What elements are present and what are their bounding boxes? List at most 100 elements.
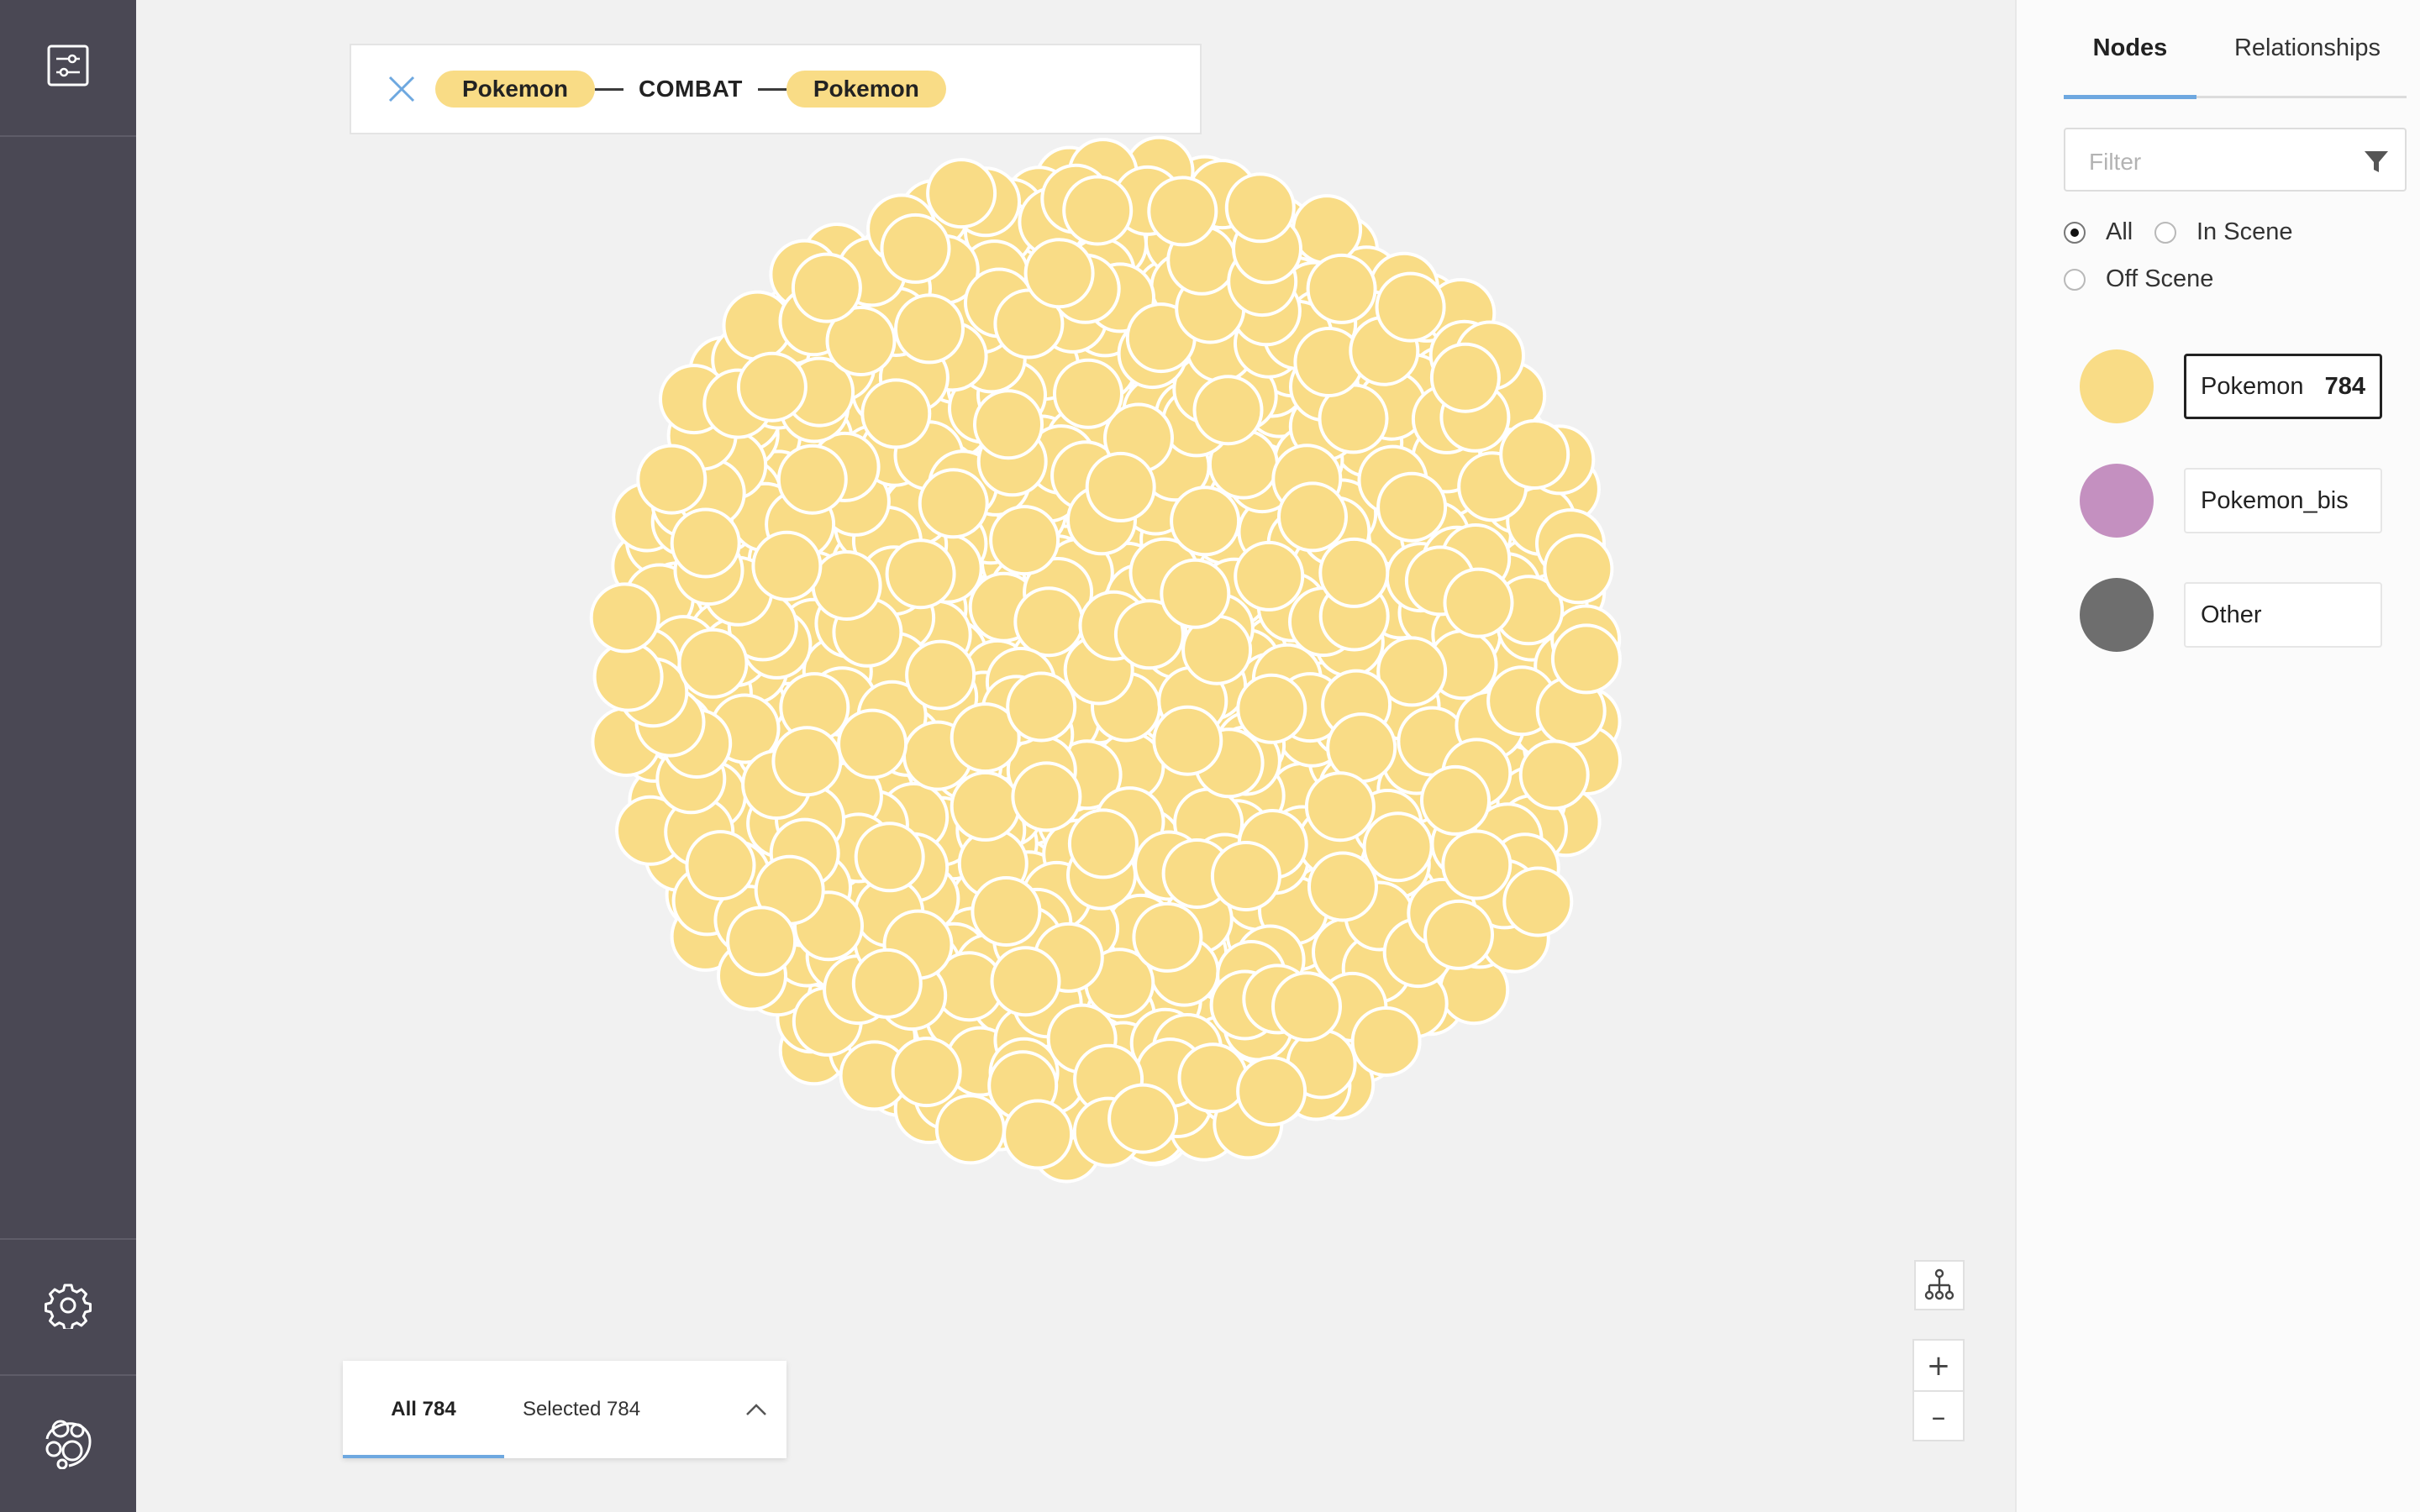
app-logo-icon[interactable] — [34, 1410, 102, 1477]
graph-node[interactable] — [1441, 829, 1512, 900]
graph-node[interactable] — [1085, 451, 1156, 522]
graph-node[interactable] — [894, 293, 965, 365]
graph-node[interactable] — [880, 213, 951, 284]
graph-node[interactable] — [926, 158, 997, 229]
graph-node[interactable] — [971, 876, 1042, 947]
graph-node[interactable] — [905, 639, 976, 711]
tab-relationships[interactable]: Relationships — [2208, 27, 2407, 69]
graph-node[interactable] — [1543, 533, 1614, 605]
all-count-tab[interactable]: All 784 — [343, 1361, 504, 1458]
legend-item-pokemon[interactable]: Pokemon 784 — [2184, 354, 2382, 419]
graph-node[interactable] — [1304, 771, 1376, 843]
gear-icon[interactable] — [34, 1272, 102, 1339]
graph-node[interactable] — [1277, 481, 1348, 553]
graph-node[interactable] — [837, 708, 908, 780]
graph-node[interactable] — [791, 252, 862, 323]
graph-node[interactable] — [1429, 342, 1501, 413]
radio-in-scene[interactable]: In Scene — [2154, 218, 2292, 246]
graph-node[interactable] — [811, 550, 882, 621]
graph-node[interactable] — [776, 444, 848, 515]
graph-node[interactable] — [950, 770, 1021, 842]
graph-node[interactable] — [851, 948, 923, 1019]
graph-node[interactable] — [891, 1037, 962, 1108]
radio-button[interactable] — [2064, 221, 2086, 244]
zoom-in-button[interactable]: + — [1914, 1341, 1963, 1392]
funnel-icon[interactable] — [2361, 146, 2391, 176]
legend-swatch-pokemon-bis[interactable] — [2080, 464, 2154, 538]
graph-node[interactable] — [1147, 176, 1218, 247]
graph-node[interactable] — [1192, 375, 1264, 446]
graph-node[interactable] — [1132, 901, 1203, 973]
graph-node[interactable] — [1423, 899, 1494, 970]
graph-node[interactable] — [918, 468, 989, 539]
graph-node[interactable] — [1210, 841, 1281, 911]
target-label-pill[interactable]: Pokemon — [786, 71, 946, 108]
filter-input[interactable] — [2087, 144, 2360, 180]
filter-settings-icon[interactable] — [34, 32, 102, 99]
relationship-type[interactable]: COMBAT — [623, 76, 758, 102]
graph-node[interactable] — [1292, 194, 1363, 265]
graph-canvas[interactable]: Pokemon COMBAT Pokemon All 784 Selected … — [136, 0, 2015, 1512]
graph-node[interactable] — [1307, 851, 1378, 922]
graph-node[interactable] — [1236, 1056, 1307, 1127]
graph-node[interactable] — [860, 378, 932, 449]
graph-node[interactable] — [1236, 673, 1307, 744]
graph-node[interactable] — [751, 530, 823, 601]
graph-node[interactable] — [1306, 253, 1377, 324]
graph-node[interactable] — [685, 830, 756, 901]
graph-node[interactable] — [677, 627, 749, 699]
graph-node[interactable] — [636, 444, 708, 515]
graph-node[interactable] — [973, 389, 1044, 460]
graph-node[interactable] — [1062, 175, 1134, 246]
graph-node[interactable] — [1170, 486, 1241, 557]
graph-node[interactable] — [670, 507, 741, 579]
graph-node[interactable] — [1443, 567, 1514, 638]
graph-node[interactable] — [1023, 238, 1095, 309]
graph-node[interactable] — [1271, 971, 1342, 1042]
radio-button[interactable] — [2154, 221, 2176, 244]
graph-node[interactable] — [1550, 623, 1622, 695]
selected-count-tab[interactable]: Selected 784 — [504, 1361, 659, 1458]
graph-node[interactable] — [592, 641, 664, 712]
graph-node[interactable] — [1224, 172, 1296, 244]
graph-node[interactable] — [1152, 705, 1223, 776]
graph-node[interactable] — [1013, 586, 1085, 658]
graph-node[interactable] — [1502, 866, 1574, 937]
graph-node[interactable] — [1376, 471, 1448, 543]
graph-node[interactable] — [1002, 1099, 1074, 1170]
graph-node[interactable] — [1067, 808, 1139, 879]
graph-node[interactable] — [989, 505, 1060, 576]
graph-node[interactable] — [736, 351, 808, 423]
graph-node[interactable] — [1499, 419, 1570, 490]
graph-view[interactable] — [136, 0, 2015, 1512]
graph-node[interactable] — [1160, 558, 1231, 629]
legend-swatch-other[interactable] — [2080, 578, 2154, 652]
graph-node[interactable] — [1011, 761, 1082, 832]
legend-item-other[interactable]: Other — [2184, 582, 2382, 648]
graph-node[interactable] — [934, 1094, 1006, 1165]
graph-node[interactable] — [1107, 1083, 1179, 1154]
source-label-pill[interactable]: Pokemon — [435, 71, 596, 108]
graph-node[interactable] — [1053, 358, 1123, 429]
graph-node[interactable] — [726, 906, 797, 977]
graph-node[interactable] — [1518, 739, 1590, 811]
tab-nodes[interactable]: Nodes — [2064, 27, 2196, 69]
graph-node[interactable] — [771, 726, 843, 797]
radio-all[interactable]: All — [2064, 218, 2133, 246]
legend-item-pokemon-bis[interactable]: Pokemon_bis — [2184, 468, 2382, 533]
close-icon[interactable] — [368, 55, 435, 123]
zoom-out-button[interactable]: – — [1914, 1392, 1963, 1441]
hierarchy-layout-icon[interactable] — [1916, 1262, 1963, 1309]
graph-node[interactable] — [1375, 271, 1446, 343]
radio-button[interactable] — [2064, 268, 2086, 291]
graph-node[interactable] — [1177, 1042, 1249, 1114]
graph-node[interactable] — [1362, 811, 1434, 883]
graph-node[interactable] — [854, 822, 925, 893]
legend-swatch-pokemon[interactable] — [2080, 349, 2154, 423]
radio-off-scene[interactable]: Off Scene — [2064, 265, 2213, 293]
graph-node[interactable] — [589, 582, 660, 654]
graph-node[interactable] — [1350, 1006, 1422, 1077]
hierarchy-layout-button[interactable] — [1914, 1260, 1965, 1310]
chevron-up-icon[interactable] — [738, 1391, 775, 1428]
graph-node[interactable] — [1420, 764, 1491, 836]
